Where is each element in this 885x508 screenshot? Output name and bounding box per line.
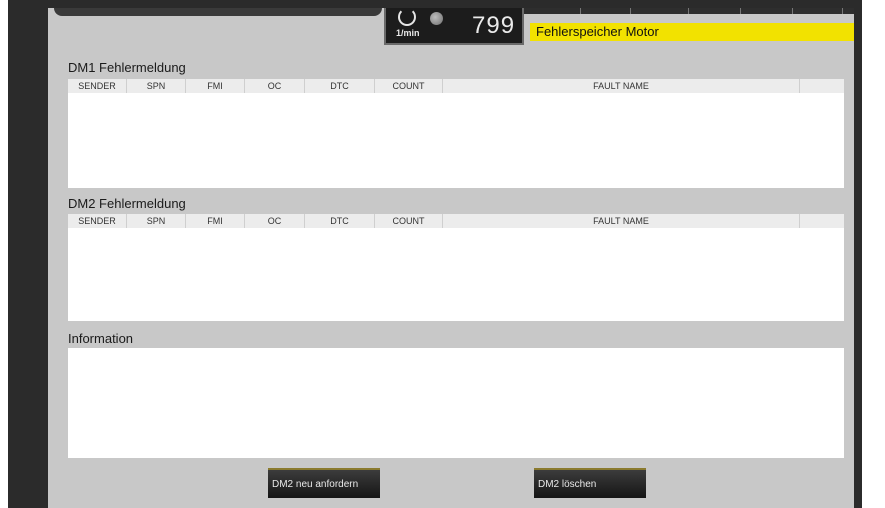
dm1-table-header: SENDER SPN FMI OC DTC COUNT FAULT NAME <box>68 79 844 93</box>
rpm-unit: 1/min <box>396 28 420 38</box>
clear-dm2-button[interactable]: DM2 löschen <box>534 468 646 498</box>
dm2-col-spn: SPN <box>127 214 186 228</box>
information-box <box>68 348 844 458</box>
dm1-table-body[interactable] <box>68 93 844 188</box>
rpm-value: 799 <box>472 12 516 39</box>
dm2-table[interactable]: SENDER SPN FMI OC DTC COUNT FAULT NAME <box>68 214 844 321</box>
dm2-col-filler <box>800 214 844 228</box>
status-led-icon <box>430 12 443 25</box>
page-title: Fehlerspeicher Motor <box>530 23 854 41</box>
dm2-col-sender: SENDER <box>68 214 127 228</box>
dm1-col-oc: OC <box>245 79 305 93</box>
dm1-col-count: COUNT <box>375 79 443 93</box>
rpm-gauge: 1/min 799 <box>384 8 524 45</box>
top-indicator-strip <box>520 8 854 14</box>
dm1-col-fmi: FMI <box>186 79 245 93</box>
dm1-col-spn: SPN <box>127 79 186 93</box>
request-dm2-button[interactable]: DM2 neu anfordern <box>268 468 380 498</box>
dm1-title: DM1 Fehlermeldung <box>68 60 186 75</box>
dm1-table[interactable]: SENDER SPN FMI OC DTC COUNT FAULT NAME <box>68 79 844 188</box>
information-title: Information <box>68 331 134 346</box>
top-rail <box>54 8 382 16</box>
dm2-table-body[interactable] <box>68 228 844 321</box>
screen: 1/min 799 Fehlerspeicher Motor DM1 Fehle… <box>48 8 854 508</box>
dm2-title: DM2 Fehlermeldung <box>68 196 186 211</box>
dm1-col-filler <box>800 79 844 93</box>
dm2-col-count: COUNT <box>375 214 443 228</box>
dm2-col-dtc: DTC <box>305 214 375 228</box>
dm2-col-oc: OC <box>245 214 305 228</box>
rpm-dial-icon <box>398 8 416 26</box>
dm2-col-fmi: FMI <box>186 214 245 228</box>
dm1-col-fault-name: FAULT NAME <box>443 79 800 93</box>
dm2-table-header: SENDER SPN FMI OC DTC COUNT FAULT NAME <box>68 214 844 228</box>
dm1-col-dtc: DTC <box>305 79 375 93</box>
dm1-col-sender: SENDER <box>68 79 127 93</box>
dm2-col-fault-name: FAULT NAME <box>443 214 800 228</box>
